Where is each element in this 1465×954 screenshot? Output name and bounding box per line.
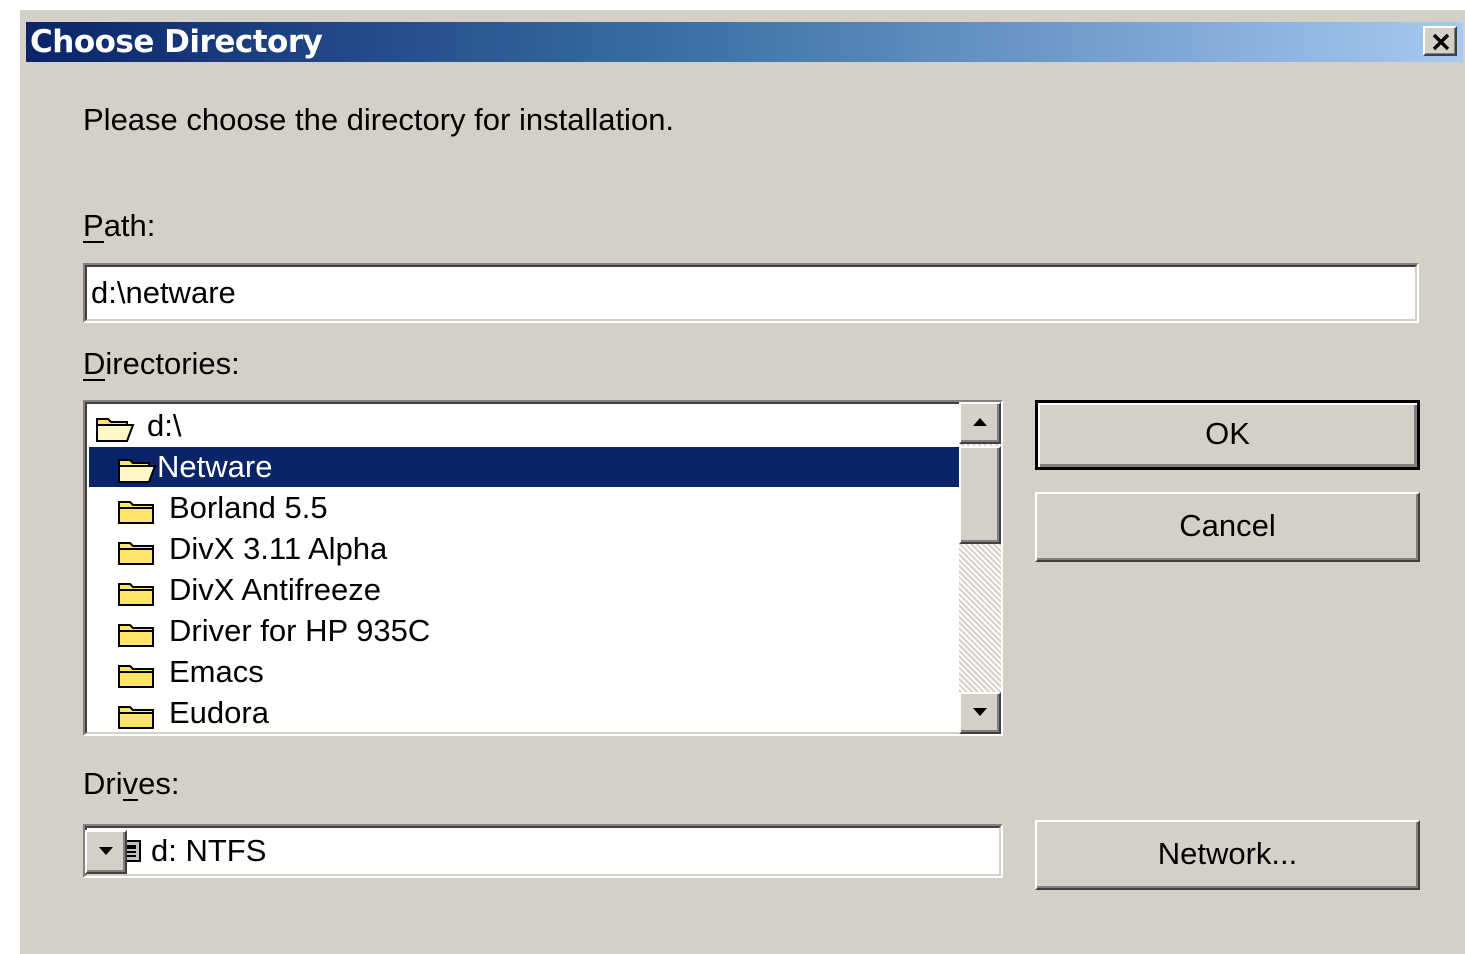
- path-label-rest: ath:: [103, 208, 156, 243]
- directories-scrollbar[interactable]: [959, 402, 1001, 734]
- directory-item-label: Borland 5.5: [169, 490, 328, 525]
- ok-button[interactable]: OK: [1035, 400, 1420, 470]
- cancel-button[interactable]: Cancel: [1035, 492, 1420, 562]
- path-label: Path:: [83, 208, 155, 244]
- directory-list-item[interactable]: Eudora: [89, 693, 961, 733]
- path-input[interactable]: d:\netware: [83, 263, 1419, 323]
- close-x-icon: [1432, 33, 1450, 51]
- directory-list-item[interactable]: Driver for HP 935C: [89, 611, 961, 651]
- folder-icon: [117, 700, 157, 734]
- title-bar[interactable]: Choose Directory: [26, 22, 1463, 62]
- chevron-down-icon: [99, 847, 113, 855]
- drives-label-mnemonic: v: [122, 766, 139, 801]
- cancel-button-label: Cancel: [1179, 508, 1276, 543]
- directory-item-label: Emacs: [169, 654, 264, 689]
- dialog-title: Choose Directory: [30, 24, 323, 60]
- network-button[interactable]: Network...: [1035, 820, 1420, 890]
- drives-label-after: es:: [138, 766, 180, 801]
- directory-list-item[interactable]: Netware: [89, 447, 961, 487]
- directory-list-item[interactable]: Borland 5.5: [89, 488, 961, 528]
- drives-combobox-value: d: NTFS: [151, 833, 267, 868]
- scroll-up-arrow-icon: [973, 418, 987, 426]
- choose-directory-dialog: Choose Directory Please choose the direc…: [18, 8, 1465, 954]
- directory-item-label: d:\: [147, 408, 182, 443]
- directory-item-label: Driver for HP 935C: [169, 613, 431, 648]
- directories-label-mnemonic: D: [83, 346, 106, 381]
- path-input-value[interactable]: d:\netware: [91, 275, 236, 311]
- directories-label: Directories:: [83, 346, 240, 382]
- instruction-text: Please choose the directory for installa…: [83, 102, 675, 137]
- directory-list-item[interactable]: DivX Antifreeze: [89, 570, 961, 610]
- drives-label: Drives:: [83, 766, 179, 802]
- directory-item-label: DivX Antifreeze: [169, 572, 381, 607]
- directories-listbox[interactable]: d:\ Netware Borland 5.5 DivX 3.11 Alpha DivX…: [83, 400, 1003, 736]
- scrollbar-thumb[interactable]: [959, 446, 1001, 544]
- network-button-label: Network...: [1157, 836, 1298, 871]
- directory-list-item[interactable]: DivX 3.11 Alpha: [89, 529, 961, 569]
- directory-item-label: DivX 3.11 Alpha: [169, 531, 388, 566]
- drives-combobox[interactable]: d: NTFS: [83, 824, 1003, 878]
- drives-label-before: Dri: [83, 766, 123, 801]
- directory-item-label: Netware: [157, 449, 273, 484]
- scroll-up-button[interactable]: [959, 402, 1001, 444]
- scroll-down-button[interactable]: [959, 692, 1001, 734]
- scroll-down-arrow-icon: [973, 708, 987, 716]
- ok-button-label: OK: [1205, 416, 1250, 451]
- close-button[interactable]: [1423, 26, 1457, 56]
- directory-list-item[interactable]: Emacs: [89, 652, 961, 692]
- directories-label-rest: irectories:: [105, 346, 240, 381]
- directory-item-label: Eudora: [169, 695, 269, 730]
- directory-list-item[interactable]: d:\: [89, 406, 961, 446]
- drives-dropdown-button[interactable]: [85, 830, 127, 874]
- path-label-mnemonic: P: [83, 208, 104, 243]
